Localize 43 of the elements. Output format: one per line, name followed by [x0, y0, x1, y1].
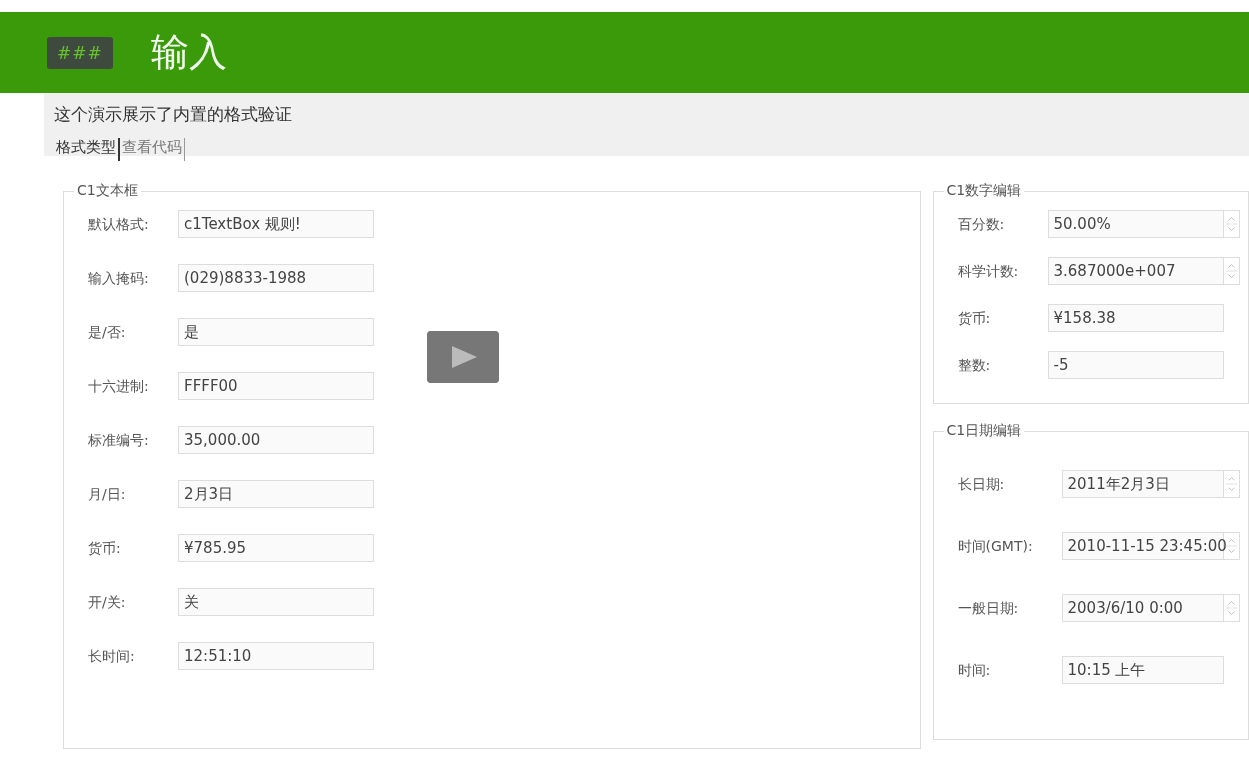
group-title: C1文本框 [76, 182, 139, 200]
input-field[interactable]: 2010-11-15 23:45:00 [1061, 532, 1224, 560]
group-title: C1日期编辑 [945, 422, 1023, 440]
field-label: 是/否: [88, 323, 127, 342]
logo: ### [47, 36, 113, 69]
input-field[interactable]: ¥158.38 [1047, 304, 1224, 332]
field-label: 长时间: [88, 647, 136, 666]
input-field[interactable]: FFFF00 [178, 372, 374, 400]
field-label: 时间: [957, 661, 992, 680]
field-label: 时间(GMT): [957, 537, 1034, 556]
field-label: 整数: [957, 356, 992, 375]
input-field[interactable]: -5 [1047, 351, 1224, 379]
input-field[interactable]: 10:15 上午 [1061, 656, 1224, 684]
input-field[interactable]: 3.687000e+007 [1047, 257, 1224, 285]
tab[interactable]: 格式类型 [54, 138, 120, 161]
field-label: 一般日期: [957, 599, 1020, 618]
field-label: 百分数: [957, 215, 1006, 234]
field-label: 输入掩码: [88, 269, 150, 288]
field-label: 月/日: [88, 485, 127, 504]
group-title: C1数字编辑 [945, 182, 1023, 200]
input-field[interactable]: 2月3日 [178, 480, 374, 508]
field-label: 开/关: [88, 593, 127, 612]
input-field[interactable]: 是 [178, 318, 374, 346]
input-field[interactable]: 12:51:10 [178, 642, 374, 670]
field-label: 默认格式: [88, 215, 150, 234]
input-field[interactable]: 2011年2月3日 [1061, 470, 1224, 498]
tab[interactable]: 查看代码 [120, 138, 185, 161]
field-label: 长日期: [957, 475, 1006, 494]
input-field[interactable]: c1TextBox 规则! [178, 210, 374, 238]
input-field[interactable]: 关 [178, 588, 374, 616]
field-label: 标准编号: [88, 431, 150, 450]
description-text: 这个演示展示了内置的格式验证 [54, 103, 293, 126]
input-field[interactable]: ¥785.95 [178, 534, 374, 562]
page-title: 输入 [150, 29, 227, 76]
field-label: 货币: [88, 539, 122, 558]
input-field[interactable]: 2003/6/10 0:00 [1061, 594, 1224, 622]
field-label: 货币: [957, 309, 992, 328]
field-label: 科学计数: [957, 262, 1020, 281]
play-button[interactable] [427, 331, 499, 383]
field-label: 十六进制: [88, 377, 150, 396]
input-field[interactable]: 50.00% [1047, 210, 1224, 238]
input-field[interactable]: 35,000.00 [178, 426, 374, 454]
input-field[interactable]: (029)8833-1988 [178, 264, 374, 292]
